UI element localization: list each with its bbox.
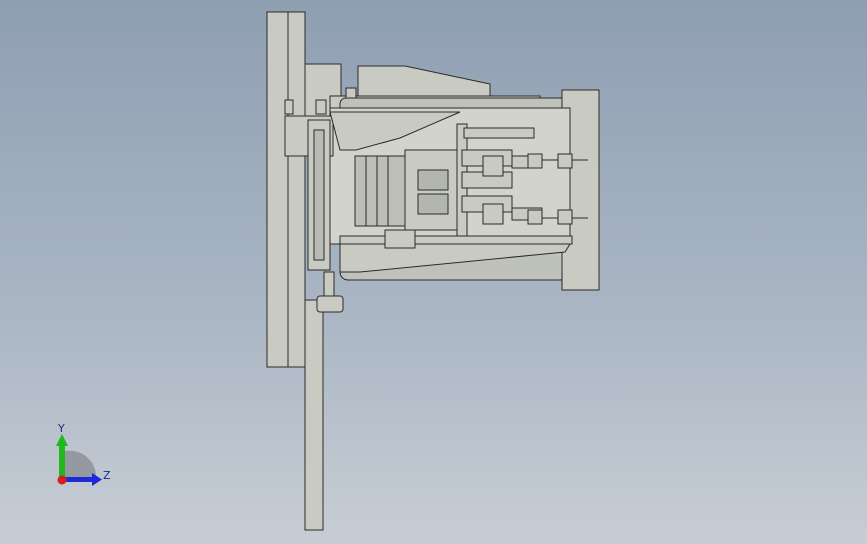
bolt-left <box>284 99 294 115</box>
machine-model[interactable] <box>266 11 600 531</box>
back-plate <box>266 11 306 368</box>
z-axis-icon <box>62 477 94 482</box>
left-slide-inner <box>313 129 325 261</box>
cad-viewport[interactable]: Y Z <box>0 0 867 544</box>
bottom-clamp <box>384 229 416 249</box>
x-axis-icon <box>57 475 67 485</box>
lower-roller-stem <box>323 271 335 297</box>
upper-crossbar <box>463 127 535 139</box>
z-axis-label: Z <box>103 469 111 482</box>
bolt-mid <box>315 99 327 115</box>
bottom-rail <box>339 235 573 245</box>
mechanism-block-3 <box>417 193 449 215</box>
orientation-triad: Y Z <box>56 422 111 486</box>
mechanism-block-2 <box>417 169 449 191</box>
y-arrow-icon <box>56 434 68 446</box>
stack-block <box>354 155 406 227</box>
vertical-post <box>304 299 324 531</box>
z-arrow-icon <box>92 473 102 486</box>
lower-roller <box>316 295 344 313</box>
y-axis-icon <box>59 442 65 478</box>
bolt-right <box>345 87 357 99</box>
rod-nut-3 <box>527 153 543 169</box>
rod-nut-2 <box>557 209 573 225</box>
y-axis-label: Y <box>57 422 65 435</box>
valve-top <box>482 155 504 177</box>
triad-disc-icon <box>62 450 97 478</box>
valve-bottom <box>482 203 504 225</box>
rod-nut-4 <box>527 209 543 225</box>
rod-nut-1 <box>557 153 573 169</box>
